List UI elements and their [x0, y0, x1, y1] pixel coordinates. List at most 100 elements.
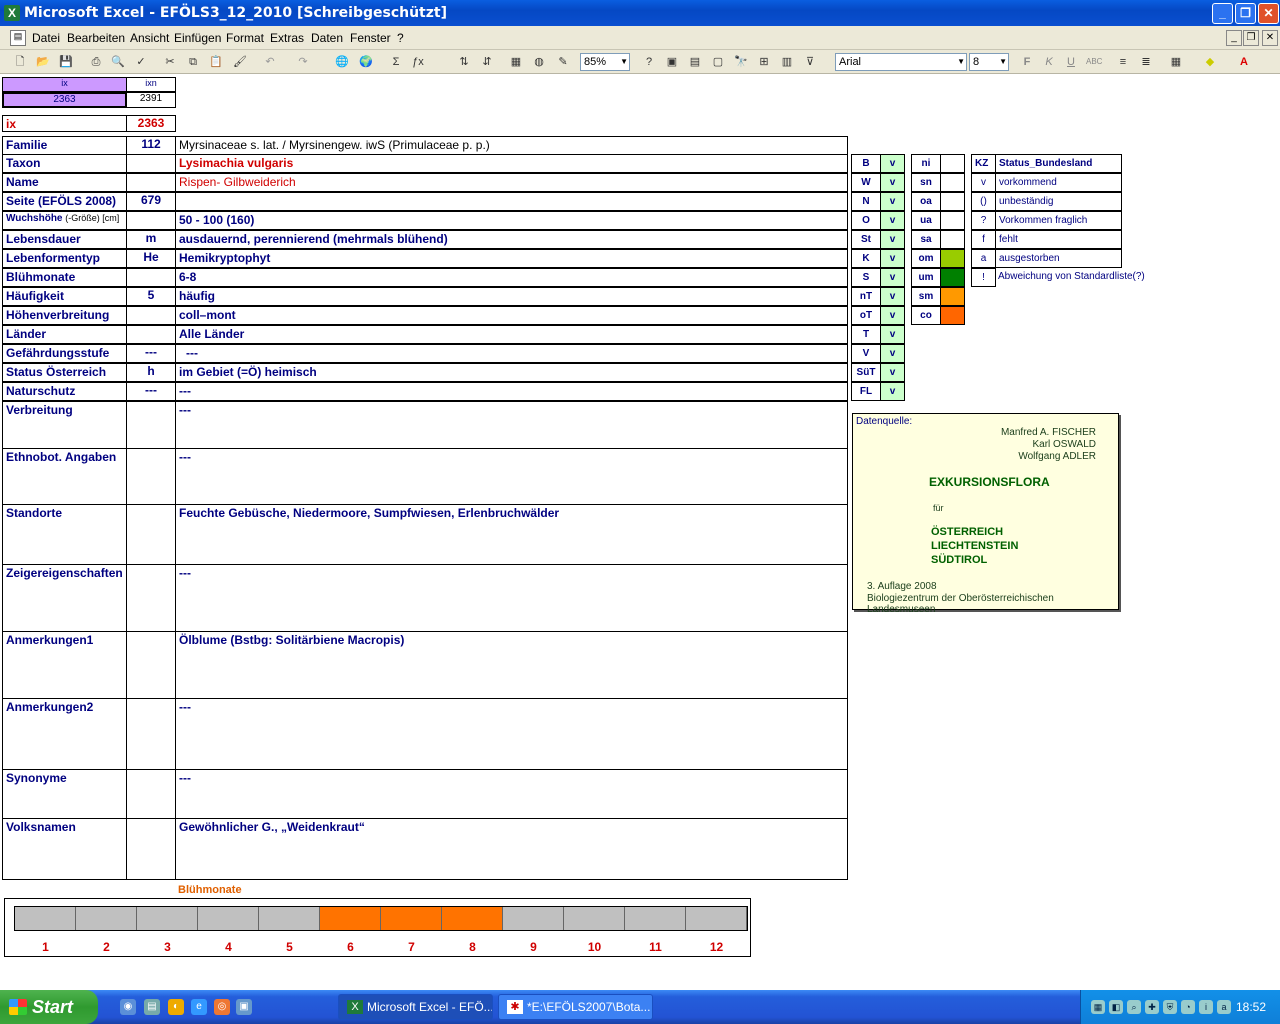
- strikethrough-icon[interactable]: ABC: [1086, 54, 1102, 70]
- synonyme-value[interactable]: ---: [175, 769, 848, 819]
- state-value-5[interactable]: v: [880, 249, 905, 268]
- toolbar-tool-1-icon[interactable]: ▣: [664, 54, 680, 70]
- fill-color-icon[interactable]: ◆: [1202, 54, 1218, 70]
- print-preview-icon[interactable]: 🔍: [110, 54, 126, 70]
- state-value-10[interactable]: v: [880, 344, 905, 363]
- state-value-1[interactable]: v: [880, 173, 905, 192]
- ix-number-cell[interactable]: 2363: [126, 115, 176, 132]
- worksheet[interactable]: ix ixn 2363 2391 ix 2363 Familie 112 Myr…: [0, 74, 1280, 990]
- lebensdauer-value[interactable]: ausdauernd, perennierend (mehrmals blühe…: [175, 230, 848, 249]
- sort-desc-icon[interactable]: ⇵: [479, 54, 495, 70]
- state-value-2[interactable]: v: [880, 192, 905, 211]
- menu-datei[interactable]: Datei: [32, 31, 60, 45]
- volksnamen-value[interactable]: Gewöhnlicher G., „Weidenkraut“: [175, 818, 848, 880]
- laender-number[interactable]: [126, 325, 176, 344]
- menu-einfuegen[interactable]: Einfügen: [174, 31, 221, 45]
- menu-daten[interactable]: Daten: [311, 31, 343, 45]
- web-icon[interactable]: 🌍: [358, 54, 374, 70]
- sort-asc-icon[interactable]: ⇅: [456, 54, 472, 70]
- cut-icon[interactable]: ✂: [162, 54, 178, 70]
- haeufigkeit-value[interactable]: häufig: [175, 287, 848, 306]
- anmerkungen2-number[interactable]: [126, 698, 176, 770]
- status-number[interactable]: h: [126, 363, 176, 382]
- seite-value[interactable]: [175, 192, 848, 211]
- state-value-12[interactable]: v: [880, 382, 905, 401]
- naturschutz-value[interactable]: ---: [175, 382, 848, 401]
- doc-close-button[interactable]: ✕: [1262, 30, 1278, 46]
- anmerkungen1-number[interactable]: [126, 631, 176, 699]
- taskbar-excel-task[interactable]: X Microsoft Excel - EFÖ...: [338, 994, 493, 1020]
- zone-color-7[interactable]: [940, 287, 965, 306]
- state-value-6[interactable]: v: [880, 268, 905, 287]
- format-painter-icon[interactable]: 🖌: [232, 54, 248, 70]
- menu-fenster[interactable]: Fenster: [350, 31, 391, 45]
- internet-explorer-icon[interactable]: e: [191, 999, 207, 1015]
- gefaehrdung-value[interactable]: ---: [175, 344, 848, 363]
- tray-shield-icon[interactable]: ⛨: [1163, 1000, 1177, 1014]
- lebensform-value[interactable]: Hemikryptophyt: [175, 249, 848, 268]
- hyperlink-icon[interactable]: 🌐: [334, 54, 350, 70]
- hoehenverbreitung-number[interactable]: [126, 306, 176, 325]
- tray-security-icon[interactable]: ✚: [1145, 1000, 1159, 1014]
- font-size-select[interactable]: 8 ▼: [969, 53, 1009, 71]
- open-folder-icon[interactable]: 📂: [35, 54, 51, 70]
- function-icon[interactable]: ƒx: [410, 54, 426, 70]
- bluehmonate-number[interactable]: [126, 268, 176, 287]
- menu-extras[interactable]: Extras: [270, 31, 304, 45]
- state-value-7[interactable]: v: [880, 287, 905, 306]
- font-color-icon[interactable]: A: [1236, 54, 1252, 70]
- calculator-icon[interactable]: ▥: [779, 54, 795, 70]
- zone-color-2[interactable]: [940, 192, 965, 211]
- state-value-11[interactable]: v: [880, 363, 905, 382]
- find-icon[interactable]: 🔭: [733, 54, 749, 70]
- toolbar-tool-2-icon[interactable]: ▤: [687, 54, 703, 70]
- map-icon[interactable]: ◍: [531, 54, 547, 70]
- tray-1-icon[interactable]: ▦: [1091, 1000, 1105, 1014]
- name-number[interactable]: [126, 173, 176, 192]
- zeiger-value[interactable]: ---: [175, 564, 848, 632]
- quicklaunch-3-icon[interactable]: ◐: [168, 999, 184, 1015]
- verbreitung-number[interactable]: [126, 401, 176, 449]
- close-button[interactable]: ✕: [1258, 3, 1279, 24]
- redo-icon[interactable]: ↷: [295, 54, 311, 70]
- bluehmonate-value[interactable]: 6-8: [175, 268, 848, 287]
- ethnobot-number[interactable]: [126, 448, 176, 505]
- haeufigkeit-number[interactable]: 5: [126, 287, 176, 306]
- taxon-value[interactable]: Lysimachia vulgaris: [175, 154, 848, 173]
- quicklaunch-2-icon[interactable]: ▤: [144, 999, 160, 1015]
- font-select[interactable]: Arial ▼: [835, 53, 967, 71]
- menu-ansicht[interactable]: Ansicht: [130, 31, 169, 45]
- state-value-9[interactable]: v: [880, 325, 905, 344]
- menu-help[interactable]: ?: [397, 31, 404, 45]
- familie-number[interactable]: 112: [126, 136, 176, 155]
- zone-color-0[interactable]: [940, 154, 965, 173]
- synonyme-number[interactable]: [126, 769, 176, 819]
- verbreitung-value[interactable]: ---: [175, 401, 848, 449]
- align-center-icon[interactable]: ≣: [1138, 54, 1154, 70]
- paste-icon[interactable]: 📋: [208, 54, 224, 70]
- undo-icon[interactable]: ↶: [262, 54, 278, 70]
- toolbar-tool-3-icon[interactable]: ▢: [710, 54, 726, 70]
- print-icon[interactable]: ⎙: [88, 54, 104, 70]
- save-icon[interactable]: 💾: [58, 54, 74, 70]
- help-icon[interactable]: ?: [641, 54, 657, 70]
- excel-app-icon[interactable]: X: [4, 5, 20, 21]
- tray-info-icon[interactable]: i: [1199, 1000, 1213, 1014]
- wuchshoehe-value[interactable]: 50 - 100 (160): [175, 211, 848, 230]
- standorte-number[interactable]: [126, 504, 176, 565]
- new-file-icon[interactable]: 🗋: [12, 54, 28, 70]
- drawing-icon[interactable]: ✎: [555, 54, 571, 70]
- zeiger-number[interactable]: [126, 564, 176, 632]
- taskbar-file-task[interactable]: ✱ *E:\EFÖLS2007\Bota...: [498, 994, 653, 1020]
- state-value-3[interactable]: v: [880, 211, 905, 230]
- ix-value-cell[interactable]: 2363: [2, 92, 127, 108]
- quicklaunch-6-icon[interactable]: ▣: [236, 999, 252, 1015]
- quicklaunch-1-icon[interactable]: ◉: [120, 999, 136, 1015]
- standorte-value[interactable]: Feuchte Gebüsche, Niedermoore, Sumpfwies…: [175, 504, 848, 565]
- autosum-icon[interactable]: Σ: [388, 54, 404, 70]
- ethnobot-value[interactable]: ---: [175, 448, 848, 505]
- menu-format[interactable]: Format: [226, 31, 264, 45]
- tray-search-icon[interactable]: ⌕: [1127, 1000, 1141, 1014]
- ixn-value-cell[interactable]: 2391: [126, 92, 176, 108]
- state-value-4[interactable]: v: [880, 230, 905, 249]
